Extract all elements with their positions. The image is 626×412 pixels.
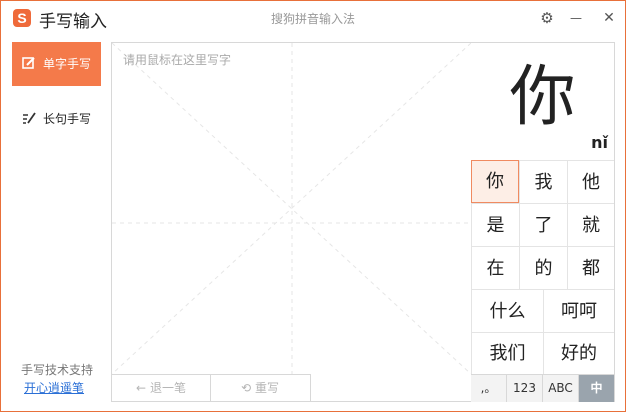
candidate-panel: 你 nǐ 你 我 他 是 了 就 在 的 都 什么 呵呵 我们 好的 ,。 12… bbox=[471, 42, 615, 402]
mode-single-char[interactable]: 单字手写 bbox=[12, 42, 101, 86]
arrow-left-icon: ← bbox=[136, 381, 147, 395]
recognized-character: 你 bbox=[509, 58, 576, 135]
candidate-cell[interactable]: 的 bbox=[519, 246, 567, 289]
candidate-cell[interactable]: 好的 bbox=[543, 332, 614, 374]
handwriting-window: S 手写输入 搜狗拼音输入法 ⚙ — ✕ 单字手写 长句手写 手写技术支持 开心… bbox=[0, 0, 626, 412]
undo-stroke-button[interactable]: ← 退一笔 bbox=[112, 375, 211, 402]
candidate-cell[interactable]: 就 bbox=[567, 203, 614, 246]
recognized-preview: 你 nǐ bbox=[471, 43, 614, 160]
chinese-mode-button[interactable]: 中 bbox=[579, 375, 614, 402]
minimize-icon[interactable]: — bbox=[565, 7, 587, 29]
candidate-cell[interactable]: 我们 bbox=[471, 332, 543, 374]
support-text: 手写技术支持 bbox=[21, 363, 94, 377]
candidate-cell[interactable]: 你 bbox=[471, 160, 519, 203]
mode-long-sentence[interactable]: 长句手写 bbox=[12, 97, 101, 141]
candidate-cell[interactable]: 呵呵 bbox=[543, 289, 614, 332]
pen-lines-icon bbox=[23, 112, 36, 124]
mode-sidebar: 单字手写 长句手写 手写技术支持 开心逍遥笔 bbox=[1, 35, 111, 411]
number-mode-button[interactable]: 123 bbox=[507, 375, 543, 402]
letter-mode-button[interactable]: ABC bbox=[543, 375, 579, 402]
canvas-guide-lines bbox=[112, 43, 471, 374]
candidate-cell[interactable]: 都 bbox=[567, 246, 614, 289]
close-icon[interactable]: ✕ bbox=[598, 7, 620, 29]
input-mode-bar: ,。 123 ABC 中 bbox=[471, 374, 614, 402]
writing-canvas[interactable]: 请用鼠标在这里写字 ← 退一笔 ⟲ 重写 bbox=[111, 42, 472, 402]
candidate-cell[interactable]: 他 bbox=[567, 160, 614, 203]
refresh-icon: ⟲ bbox=[241, 381, 252, 395]
punctuation-mode-button[interactable]: ,。 bbox=[471, 375, 507, 402]
support-link[interactable]: 开心逍遥笔 bbox=[24, 379, 84, 396]
rewrite-button[interactable]: ⟲ 重写 bbox=[211, 375, 309, 402]
title-bar[interactable]: S 手写输入 搜狗拼音输入法 ⚙ — ✕ bbox=[1, 1, 625, 35]
candidate-cell[interactable]: 什么 bbox=[471, 289, 543, 332]
canvas-placeholder: 请用鼠标在这里写字 bbox=[123, 53, 232, 67]
canvas-actions: ← 退一笔 ⟲ 重写 bbox=[112, 374, 311, 402]
pinyin-label: nǐ bbox=[591, 133, 608, 152]
pen-square-icon bbox=[22, 57, 35, 69]
candidate-cell[interactable]: 我 bbox=[519, 160, 567, 203]
settings-gear-icon[interactable]: ⚙ bbox=[536, 7, 558, 29]
window-subtitle: 搜狗拼音输入法 bbox=[270, 12, 355, 26]
candidate-cell[interactable]: 在 bbox=[471, 246, 519, 289]
candidate-cell[interactable]: 了 bbox=[519, 203, 567, 246]
candidate-cell[interactable]: 是 bbox=[471, 203, 519, 246]
